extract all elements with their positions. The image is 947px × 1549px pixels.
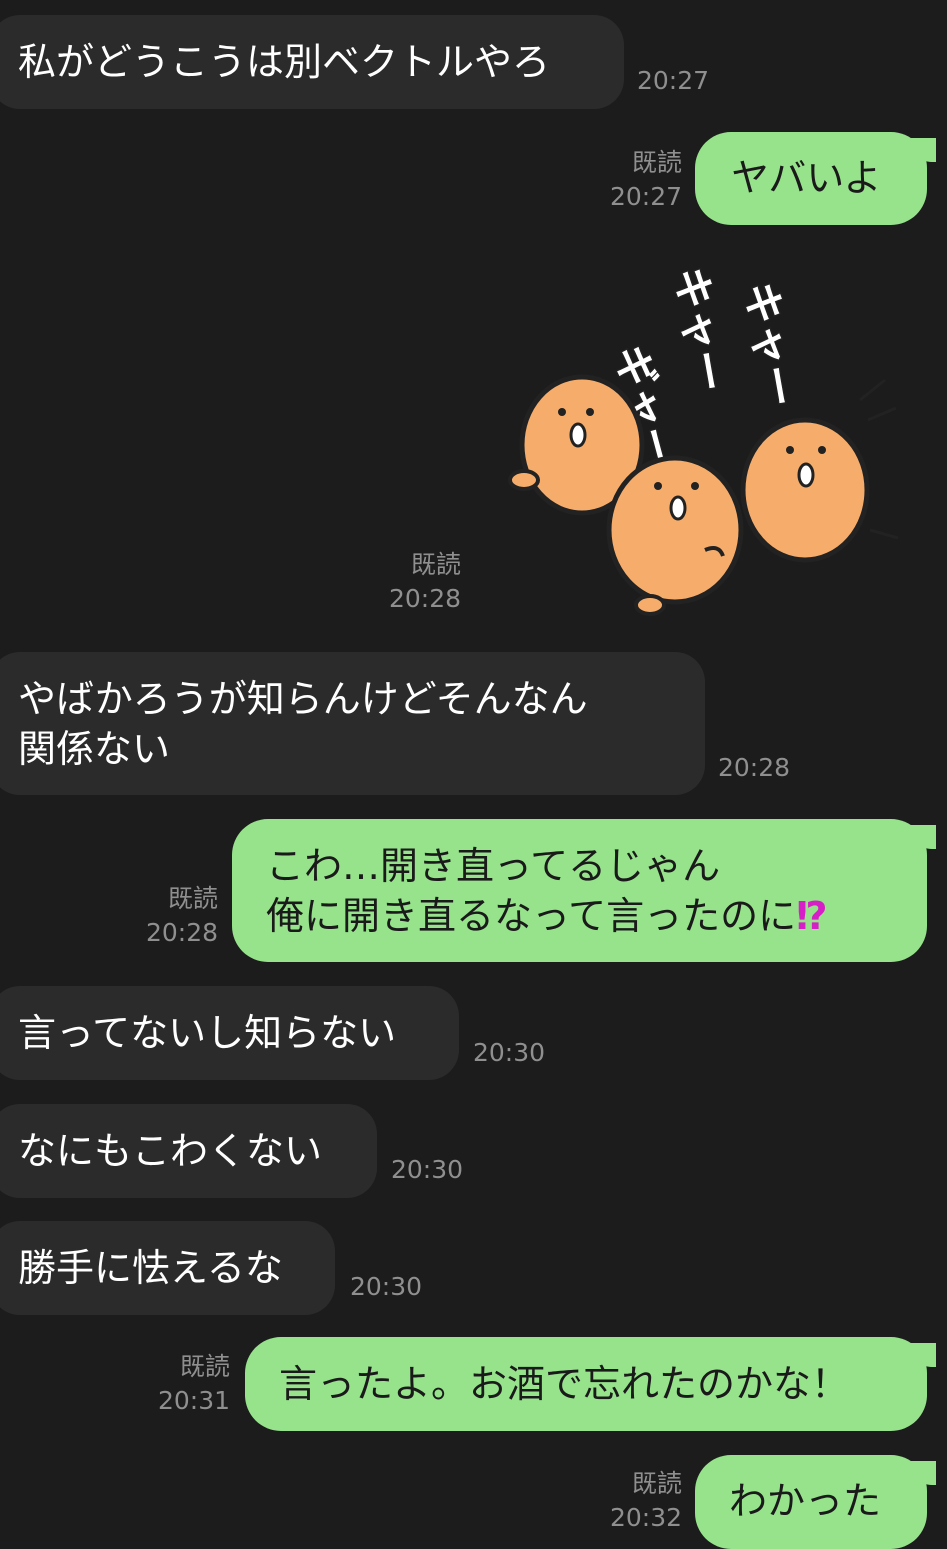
message-meta: 既読 20:28 (105, 882, 218, 950)
message-text-line: 俺に開き直るなって言ったのに (266, 894, 797, 938)
message-bubble-outgoing[interactable]: 言ったよ。お酒で忘れたのかな！ (245, 1337, 936, 1431)
message-text-line: やばかろうが知らんけどそんなん (18, 677, 588, 721)
message-time: 20:28 (718, 753, 791, 782)
read-receipt: 既読 (179, 1352, 230, 1381)
message-time: 20:27 (637, 66, 710, 95)
message-meta: 既読 20:27 (570, 146, 682, 214)
message-text-line: 関係ない (18, 727, 171, 771)
message-text: わかった (729, 1479, 882, 1523)
message-time: 20:30 (473, 1038, 546, 1067)
message-time: 20:28 (145, 918, 218, 947)
message-bubble-outgoing[interactable]: ヤバいよ (695, 132, 936, 225)
message-time: 20:32 (609, 1503, 682, 1532)
read-receipt: 既読 (167, 884, 218, 913)
sticker-text: キャー (665, 263, 735, 396)
message-bubble-incoming[interactable]: 勝手に怯えるな (0, 1221, 335, 1315)
read-receipt: 既読 (410, 550, 461, 579)
exclamation-question-emoji: ⁉ (796, 894, 828, 938)
message-text: 言ってないし知らない (18, 1011, 397, 1055)
message-time: 20:28 (388, 584, 461, 613)
message-meta: 既読 20:28 (350, 548, 461, 616)
message-text-line: こわ…開き直ってるじゃん (266, 844, 721, 888)
message-bubble-incoming[interactable]: やばかろうが知らんけどそんなん 関係ない (0, 652, 705, 795)
read-receipt: 既読 (631, 148, 682, 177)
message-time: 20:30 (350, 1272, 423, 1301)
message-text: なにもこわくない (18, 1129, 323, 1173)
message-time: 20:31 (157, 1386, 230, 1415)
read-receipt: 既読 (631, 1469, 682, 1498)
message-bubble-incoming[interactable]: 言ってないし知らない (0, 986, 459, 1080)
message-text: 言ったよ。お酒で忘れたのかな！ (279, 1362, 850, 1406)
screaming-potatoes-sticker[interactable]: ギャー キャー キャー (500, 250, 910, 620)
message-time: 20:30 (391, 1155, 464, 1184)
message-bubble-outgoing[interactable]: こわ…開き直ってるじゃん 俺に開き直るなって言ったのに⁉ (232, 819, 936, 962)
message-text: ヤバいよ (731, 156, 882, 200)
message-bubble-incoming[interactable]: なにもこわくない (0, 1104, 377, 1198)
message-meta: 既読 20:31 (118, 1350, 230, 1418)
sticker-text: キャー (735, 278, 805, 411)
message-bubble-outgoing[interactable]: わかった (695, 1455, 936, 1549)
message-text: 私がどうこうは別ベクトルやろ (18, 40, 551, 84)
message-text: 勝手に怯えるな (18, 1246, 283, 1290)
potato-character-center (606, 455, 744, 616)
message-bubble-incoming[interactable]: 私がどうこうは別ベクトルやろ (0, 15, 624, 109)
message-time: 20:27 (609, 182, 682, 211)
message-meta: 既読 20:32 (570, 1467, 682, 1535)
